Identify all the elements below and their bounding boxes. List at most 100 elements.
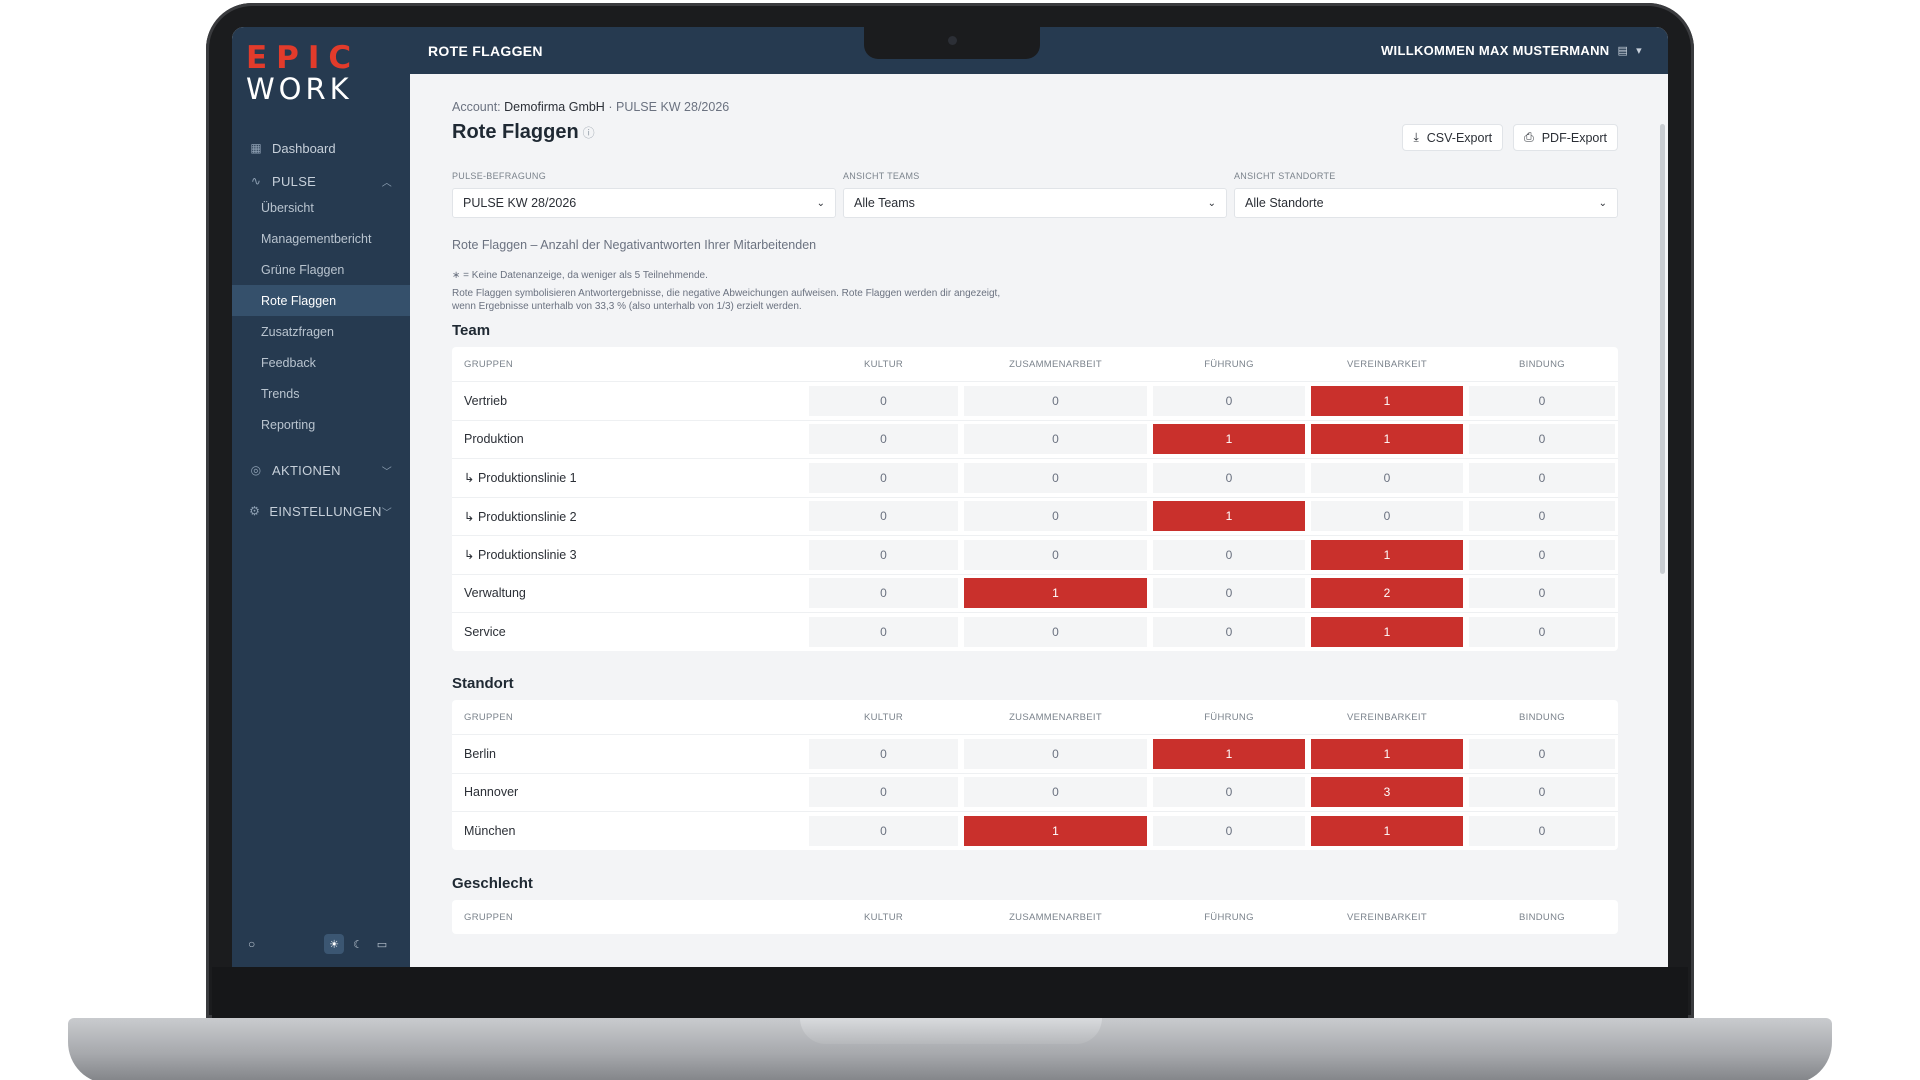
red-flag-cell: 2: [1311, 578, 1463, 609]
sidebar-item-managementbericht[interactable]: Managementbericht: [232, 223, 410, 254]
value-cell-wrapper: 0: [806, 575, 961, 613]
value-cell-wrapper: 0: [1466, 382, 1618, 420]
table-row: Hannover 0 0 0 3 0: [452, 772, 1618, 812]
column-header: FÜHRUNG: [1204, 911, 1254, 923]
sun-icon[interactable]: ☀: [324, 934, 344, 954]
table-standort: GRUPPEN KULTUR ZUSAMMENARBEIT FÜHRUNG VEREIN…: [452, 700, 1618, 850]
value-cell-wrapper: 1: [961, 575, 1150, 613]
csv-export-button[interactable]: ⤓ CSV-Export: [1402, 124, 1504, 151]
monitor-icon[interactable]: ▭: [372, 934, 392, 954]
value-cell: 0: [964, 462, 1147, 493]
value-cell-wrapper: 0: [1466, 536, 1618, 574]
table-header: GRUPPEN KULTUR ZUSAMMENARBEIT FÜHRUNG VEREIN…: [452, 900, 1618, 934]
value-cell-wrapper: 1: [1150, 735, 1308, 773]
breadcrumb-account: Demofirma GmbH: [504, 100, 605, 114]
value-cell-wrapper: 0: [806, 613, 961, 651]
value-cell: 0: [1153, 777, 1305, 808]
value-cell-wrapper: 3: [1308, 774, 1466, 812]
value-cell: 0: [809, 539, 958, 570]
table-row: Produktion 0 0 1 1 0: [452, 419, 1618, 459]
value-cell-wrapper: 0: [1150, 774, 1308, 812]
sidebar-item-gruene-flaggen[interactable]: Grüne Flaggen: [232, 254, 410, 285]
sidebar-item-dashboard[interactable]: ▦ Dashboard: [232, 133, 410, 163]
table-row: Verwaltung 0 1 0 2 0: [452, 573, 1618, 613]
main-content: Account: Demofirma GmbH · PULSE KW 28/20…: [410, 74, 1668, 967]
column-header: BINDUNG: [1519, 711, 1565, 723]
value-cell: 0: [1469, 738, 1615, 769]
filter-label: PULSE-BEFRAGUNG: [452, 171, 547, 181]
value-cell-wrapper: 0: [961, 613, 1150, 651]
filter-label: ANSICHT STANDORTE: [1234, 171, 1336, 181]
table-row: ↳ Produktionslinie 200100: [452, 496, 1618, 536]
group-name: ↳ Produktionslinie 1: [464, 471, 577, 486]
column-header: BINDUNG: [1519, 358, 1565, 370]
value-cell-wrapper: 0: [961, 459, 1150, 497]
value-cell: 0: [809, 578, 958, 609]
group-name: ↳ Produktionslinie 3: [464, 548, 577, 563]
red-flag-cell: 1: [1311, 385, 1463, 416]
table-row: München 0 1 0 1 0: [452, 811, 1618, 850]
value-cell: 0: [964, 616, 1147, 647]
laptop-screen: EPIC WORK ▦ Dashboard ∿ PULSE ︿ Übersich…: [232, 27, 1668, 967]
teams-select[interactable]: Alle Teams ⌄: [843, 188, 1227, 218]
value-cell: 0: [809, 815, 958, 846]
value-cell-wrapper: 0: [1150, 459, 1308, 497]
value-cell-wrapper: 1: [1150, 498, 1308, 536]
sidebar-section-label: EINSTELLUNGEN: [269, 503, 382, 519]
column-header: VEREINBARKEIT: [1347, 711, 1427, 723]
page-title-text: Rote Flaggen: [452, 121, 579, 143]
user-menu[interactable]: WILLKOMMEN MAX MUSTERMANN ▤ ▾: [1381, 43, 1642, 58]
sidebar-section-aktionen[interactable]: ◎ AKTIONEN ﹀: [232, 455, 410, 485]
column-header: ZUSAMMENARBEIT: [1009, 911, 1102, 923]
standorte-select[interactable]: Alle Standorte ⌄: [1234, 188, 1618, 218]
value-cell-wrapper: 1: [1308, 382, 1466, 420]
red-flag-cell: 1: [1311, 738, 1463, 769]
section-title: Geschlecht: [452, 875, 533, 892]
value-cell: 0: [964, 385, 1147, 416]
sidebar-item-feedback[interactable]: Feedback: [232, 347, 410, 378]
value-cell-wrapper: 0: [1466, 812, 1618, 850]
logo[interactable]: EPIC WORK: [246, 43, 360, 104]
value-cell-wrapper: 0: [1150, 382, 1308, 420]
value-cell-wrapper: 0: [806, 812, 961, 850]
pdf-export-button[interactable]: ⎙ PDF-Export: [1513, 124, 1618, 151]
scrollbar[interactable]: [1660, 124, 1665, 574]
value-cell: 0: [1153, 815, 1305, 846]
chevron-down-icon: ﹀: [381, 507, 392, 519]
chat-icon[interactable]: ○: [248, 937, 255, 951]
breadcrumb-prefix: Account:: [452, 100, 501, 114]
value-cell-wrapper: 0: [961, 536, 1150, 574]
value-cell-wrapper: 0: [1150, 575, 1308, 613]
sidebar-item-rote-flaggen[interactable]: Rote Flaggen: [232, 285, 410, 316]
page-title: Rote Flaggen ⓘ: [452, 121, 595, 144]
value-cell: 0: [1469, 777, 1615, 808]
page-description: Rote Flaggen – Anzahl der Negativantwort…: [452, 238, 817, 252]
value-cell: 0: [1153, 539, 1305, 570]
table-row: ↳ Produktionslinie 300010: [452, 535, 1618, 574]
info-icon[interactable]: ⓘ: [583, 124, 595, 141]
table-row: Service 0 0 0 1 0: [452, 612, 1618, 651]
column-header: KULTUR: [863, 711, 904, 723]
group-name: Berlin: [464, 746, 496, 761]
sidebar-item-trends[interactable]: Trends: [232, 378, 410, 409]
chevron-down-icon: ⌄: [816, 197, 825, 209]
sidebar-item-reporting[interactable]: Reporting: [232, 409, 410, 440]
select-value: Alle Teams: [854, 196, 915, 210]
chevron-down-icon: ▾: [1636, 45, 1642, 57]
value-cell: 0: [1311, 501, 1463, 532]
group-name: Service: [464, 624, 506, 639]
sidebar-section-einstellungen[interactable]: ⚙ EINSTELLUNGEN ﹀: [232, 496, 410, 526]
red-flag-cell: 1: [1311, 815, 1463, 846]
value-cell: 0: [1153, 616, 1305, 647]
value-cell: 0: [1469, 462, 1615, 493]
sidebar-section-label: PULSE: [272, 173, 317, 189]
value-cell: 0: [1469, 578, 1615, 609]
moon-icon[interactable]: ☾: [348, 934, 368, 954]
sidebar-item-zusatzfragen[interactable]: Zusatzfragen: [232, 316, 410, 347]
value-cell: 0: [1153, 462, 1305, 493]
pulse-survey-select[interactable]: PULSE KW 28/2026 ⌄: [452, 188, 836, 218]
select-value: PULSE KW 28/2026: [463, 196, 577, 210]
breadcrumb-survey: PULSE KW 28/2026: [615, 100, 730, 114]
gear-icon: ⚙: [249, 504, 261, 518]
sidebar-item-uebersicht[interactable]: Übersicht: [232, 192, 410, 223]
